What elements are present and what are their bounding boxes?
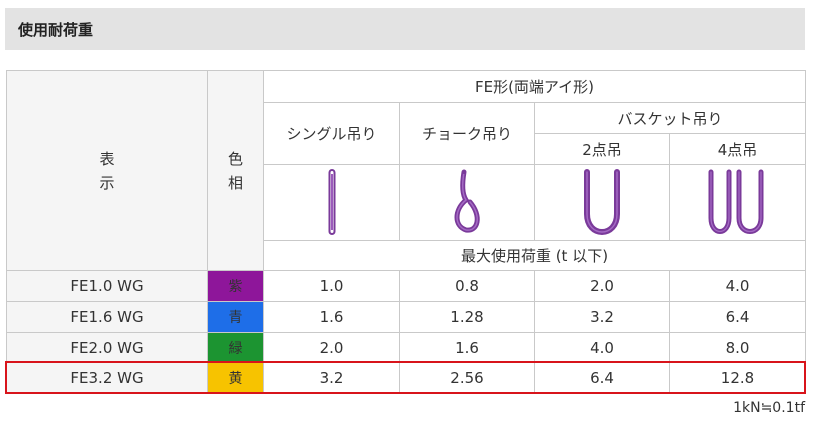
row-name: FE1.6 WG bbox=[6, 301, 208, 333]
header-basket-2point: 2点吊 bbox=[534, 133, 670, 165]
section-header: 使用耐荷重 bbox=[5, 8, 805, 50]
table-row: FE1.0 WG 紫 1.0 0.8 2.0 4.0 bbox=[6, 270, 806, 302]
color-swatch: 黄 bbox=[207, 362, 264, 394]
value-choke: 2.56 bbox=[399, 362, 535, 394]
color-swatch: 緑 bbox=[207, 332, 264, 363]
value-choke: 1.28 bbox=[399, 301, 535, 333]
section-title: 使用耐荷重 bbox=[18, 20, 94, 39]
header-choke: チョーク吊り bbox=[399, 102, 535, 165]
header-basket: バスケット吊り bbox=[534, 102, 806, 134]
value-basket-2point: 2.0 bbox=[534, 270, 670, 302]
value-single: 2.0 bbox=[263, 332, 400, 363]
table-row: FE2.0 WG 緑 2.0 1.6 4.0 8.0 bbox=[6, 332, 806, 363]
value-basket-2point: 3.2 bbox=[534, 301, 670, 333]
col-header-hyoji: 表示 bbox=[6, 70, 208, 271]
load-capacity-table: 表示 色相 FE形(両端アイ形) シングル吊り チョーク吊り バスケット吊り 2… bbox=[6, 70, 806, 394]
value-single: 1.0 bbox=[263, 270, 400, 302]
value-basket-4point: 6.4 bbox=[669, 301, 806, 333]
choke-sling-cell bbox=[399, 164, 535, 241]
header-single: シングル吊り bbox=[263, 102, 400, 165]
header-fe-type: FE形(両端アイ形) bbox=[263, 70, 806, 103]
basket-4point-cell bbox=[669, 164, 806, 241]
header-basket-4point: 4点吊 bbox=[669, 133, 806, 165]
footnote: 1kN≒0.1tf bbox=[733, 400, 805, 416]
row-name: FE1.0 WG bbox=[6, 270, 208, 302]
value-basket-2point: 6.4 bbox=[534, 362, 670, 394]
value-basket-4point: 8.0 bbox=[669, 332, 806, 363]
table-row-highlighted: FE3.2 WG 黄 3.2 2.56 6.4 12.8 bbox=[6, 362, 806, 394]
value-basket-4point: 4.0 bbox=[669, 270, 806, 302]
single-sling-cell bbox=[263, 164, 400, 241]
col-header-iro: 色相 bbox=[207, 70, 264, 271]
basket-2point-sling-icon bbox=[584, 168, 620, 235]
value-choke: 1.6 bbox=[399, 332, 535, 363]
value-basket-2point: 4.0 bbox=[534, 332, 670, 363]
basket-4point-sling-icon bbox=[708, 169, 763, 234]
color-swatch: 青 bbox=[207, 301, 264, 333]
header-max-load: 最大使用荷重 (t 以下) bbox=[263, 240, 806, 271]
value-single: 1.6 bbox=[263, 301, 400, 333]
color-swatch: 紫 bbox=[207, 270, 264, 302]
value-basket-4point: 12.8 bbox=[669, 362, 806, 394]
value-single: 3.2 bbox=[263, 362, 400, 394]
basket-2point-cell bbox=[534, 164, 670, 241]
single-sling-icon bbox=[328, 168, 335, 235]
value-choke: 0.8 bbox=[399, 270, 535, 302]
row-name: FE2.0 WG bbox=[6, 332, 208, 363]
row-name: FE3.2 WG bbox=[6, 362, 208, 394]
table-row: FE1.6 WG 青 1.6 1.28 3.2 6.4 bbox=[6, 301, 806, 333]
choke-sling-icon bbox=[454, 169, 480, 233]
